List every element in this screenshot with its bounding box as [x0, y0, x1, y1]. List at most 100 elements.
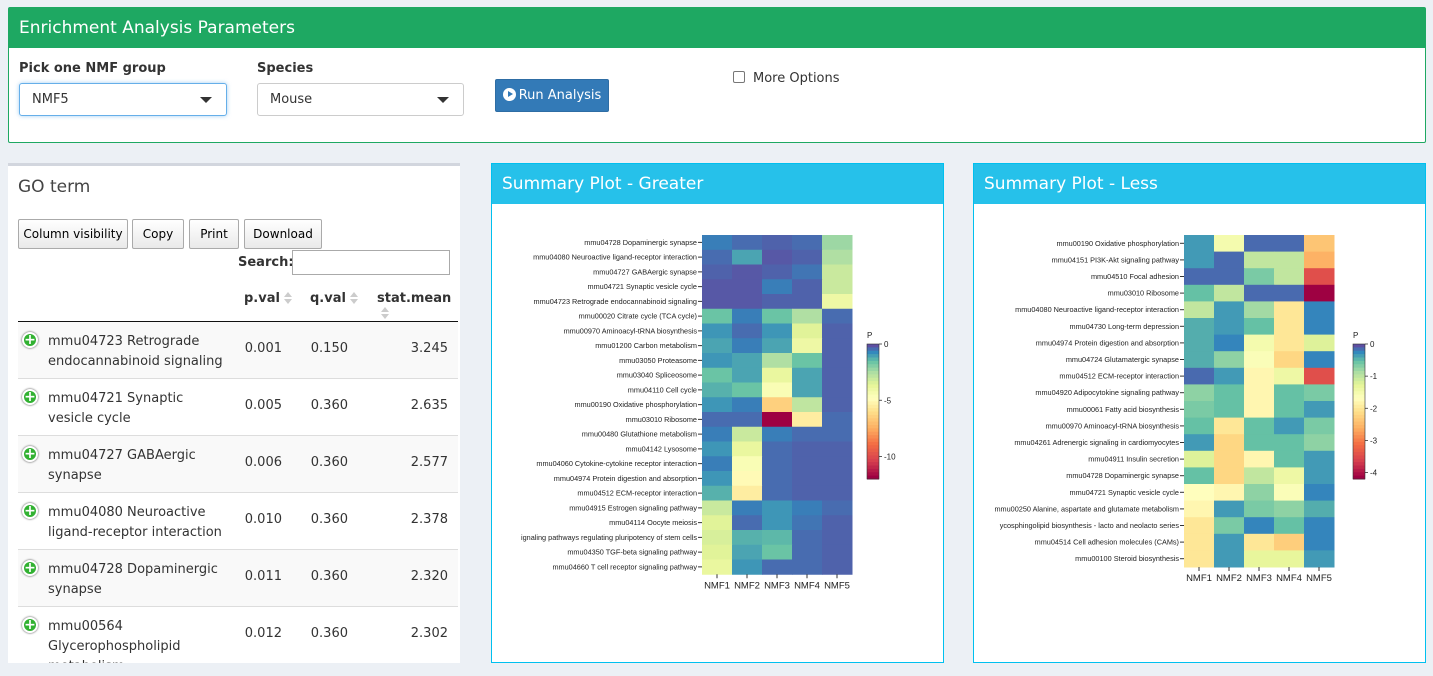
heatmap-cell — [1304, 268, 1335, 286]
heatmap-cell — [732, 441, 763, 457]
header-qval[interactable]: q.val — [310, 291, 358, 306]
search-input[interactable] — [292, 250, 450, 275]
heatmap-cell — [1274, 484, 1305, 502]
heatmap-cell — [702, 294, 733, 310]
heatmap-cell — [1244, 384, 1275, 402]
legend-gradient-step — [1353, 374, 1365, 379]
heatmap-cell — [822, 308, 853, 324]
legend-gradient-step — [867, 404, 879, 409]
heatmap-cell — [762, 500, 793, 516]
legend-gradient-step — [1353, 462, 1365, 466]
row-label: mmu01200 Carbon metabolism — [595, 341, 697, 350]
heatmap-cell — [762, 264, 793, 280]
heatmap-cell — [732, 353, 763, 369]
more-options-checkbox[interactable] — [733, 71, 745, 83]
expand-row-icon[interactable]: + — [22, 560, 38, 576]
table-row[interactable]: + mmu04080 Neuroactive ligand-receptor in… — [18, 493, 458, 550]
legend-gradient-step — [867, 438, 879, 443]
run-analysis-button[interactable]: Run Analysis — [495, 79, 609, 112]
heatmap-cell — [1304, 334, 1335, 352]
heatmap-cell — [732, 264, 763, 280]
heatmap-cell — [792, 397, 823, 413]
table-row[interactable]: + mmu04721 Synaptic vesicle cycle 0.005 0.3… — [18, 379, 458, 436]
heatmap-cell — [1244, 268, 1275, 286]
legend-gradient-step — [867, 360, 879, 365]
row-label: ycosphingolipid biosynthesis - lacto and… — [1000, 521, 1180, 530]
heatmap-cell — [1214, 384, 1245, 402]
header-stat-mean[interactable]: stat.mean — [377, 291, 460, 321]
row-label: mmu00190 Oxidative phosphorylation — [575, 400, 698, 409]
table-row[interactable]: + mmu04727 GABAergic synapse 0.006 0.360 2.5… — [18, 436, 458, 493]
row-label: mmu00190 Oxidative phosphorylation — [1057, 239, 1180, 248]
legend-gradient-step — [1353, 425, 1365, 429]
legend-gradient-step — [1353, 418, 1365, 423]
more-options-toggle[interactable]: More Options — [733, 71, 840, 86]
legend-gradient-step — [1353, 448, 1365, 453]
expand-row-icon[interactable]: + — [22, 617, 38, 633]
group-label: Pick one NMF group — [19, 61, 166, 76]
heatmap-cell — [1184, 251, 1215, 269]
expand-row-icon[interactable]: + — [22, 389, 38, 405]
heatmap-cell — [1244, 484, 1275, 502]
legend-tick-label: -10 — [884, 453, 896, 462]
legend-gradient-step — [867, 391, 879, 396]
heatmap-cell — [1274, 550, 1305, 568]
sort-icon — [381, 307, 389, 319]
heatmap-cell — [822, 515, 853, 531]
heatmap-cell — [1214, 434, 1245, 452]
heatmap-cell — [1304, 517, 1335, 535]
heatmap-cell — [792, 515, 823, 531]
heatmap-cell — [702, 485, 733, 501]
heatmap-cell — [1304, 467, 1335, 485]
legend-gradient-step — [1353, 401, 1365, 406]
column-visibility-button[interactable]: Column visibility — [18, 219, 128, 249]
expand-row-icon[interactable]: + — [22, 332, 38, 348]
expand-row-icon[interactable]: + — [22, 446, 38, 462]
heatmap-cell — [822, 544, 853, 560]
row-label: mmu04510 Focal adhesion — [1091, 272, 1179, 281]
heatmap-cell — [1244, 550, 1275, 568]
group-select[interactable]: NMF5 — [19, 83, 227, 116]
group-value: NMF5 — [32, 92, 69, 107]
row-label: mmu04911 Insulin secretion — [1088, 455, 1179, 464]
table-row[interactable]: + mmu04723 Retrograde endocannabinoid sig… — [18, 322, 458, 379]
legend-gradient-step — [1353, 438, 1365, 443]
row-label: mmu04514 Cell adhesion molecules (CAMs) — [1035, 538, 1179, 547]
heatmap-cell — [1244, 301, 1275, 319]
heatmap-cell — [1274, 334, 1305, 352]
column-label: NMF5 — [1306, 573, 1332, 584]
header-pval[interactable]: p.val — [244, 291, 292, 306]
print-button[interactable]: Print — [189, 219, 239, 249]
table-row[interactable]: + mmu00564 Glycerophospholipid metabolism… — [18, 607, 458, 663]
heatmap-cell — [732, 338, 763, 354]
species-select[interactable]: Mouse — [257, 83, 464, 116]
heatmap-cell — [762, 235, 793, 251]
heatmap-cell — [1184, 318, 1215, 336]
heatmap-cell — [762, 308, 793, 324]
heatmap-cell — [1274, 268, 1305, 286]
heatmap-cell — [1214, 268, 1245, 286]
heatmap-cell — [1184, 284, 1215, 302]
heatmap-cell — [1304, 301, 1335, 319]
legend-gradient-step — [1353, 367, 1365, 372]
heatmap-cell — [1184, 500, 1215, 518]
heatmap-cell — [1274, 318, 1305, 336]
heatmap-cell — [792, 412, 823, 428]
row-label: mmu04142 Lysosome — [625, 444, 697, 453]
column-label: NMF1 — [1186, 573, 1212, 584]
expand-row-icon[interactable]: + — [22, 503, 38, 519]
heatmap-cell — [702, 559, 733, 575]
heatmap-cell — [822, 353, 853, 369]
legend-gradient-step — [867, 350, 879, 355]
legend-title: P — [867, 331, 872, 340]
qval-cell: 0.360 — [310, 569, 348, 584]
heatmap-cell — [822, 338, 853, 354]
heatmap-cell — [1184, 301, 1215, 319]
heatmap-cell — [792, 456, 823, 472]
table-row[interactable]: + mmu04728 Dopaminergic synapse 0.011 0.360… — [18, 550, 458, 607]
copy-button[interactable]: Copy — [132, 219, 184, 249]
heatmap-cell — [762, 456, 793, 472]
download-button[interactable]: Download — [244, 219, 322, 249]
legend-gradient-step — [867, 367, 879, 372]
heatmap-cell — [1274, 384, 1305, 402]
